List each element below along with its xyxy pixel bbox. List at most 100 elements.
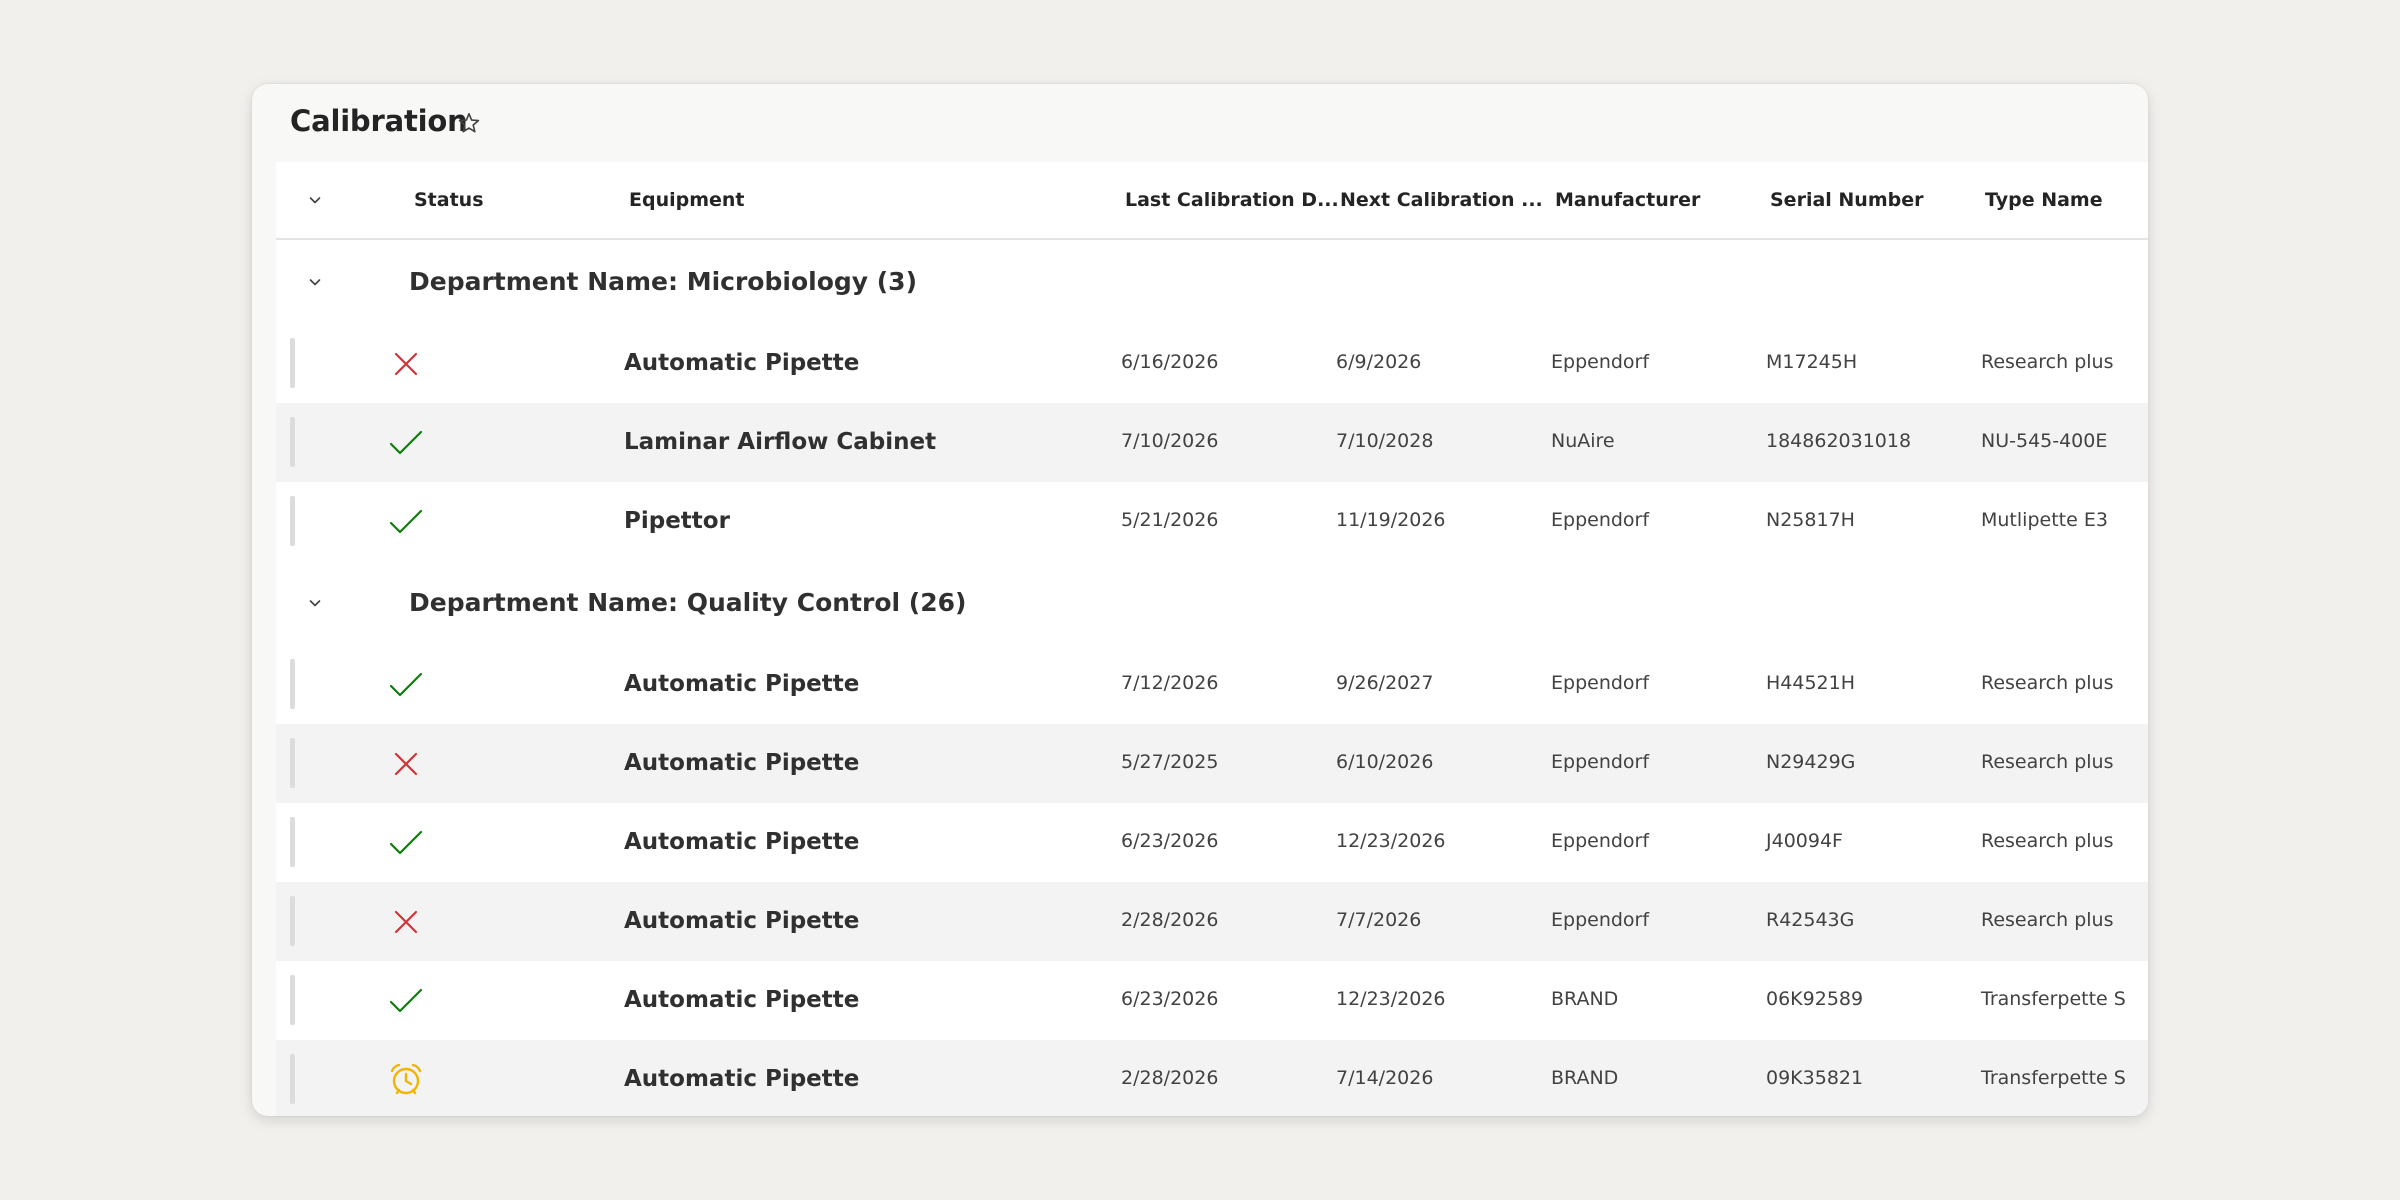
row-selector-bar[interactable]	[290, 975, 295, 1025]
row-selector-bar[interactable]	[290, 738, 295, 788]
next-calibration-cell: 12/23/2026	[1336, 830, 1446, 852]
group-chevron-down-icon[interactable]	[300, 588, 330, 618]
checkmark-icon	[389, 509, 423, 534]
table-row[interactable]: Automatic Pipette 6/23/2026 12/23/2026 E…	[276, 803, 2148, 882]
grid-header: Status Equipment Last Calibration D... N…	[276, 162, 2148, 240]
next-calibration-cell: 11/19/2026	[1336, 509, 1446, 531]
group-label: Department Name: Microbiology (3)	[409, 267, 918, 296]
serial-number-cell: M17245H	[1766, 351, 1858, 373]
status-cell	[388, 746, 424, 782]
type-name-cell: Transferpette S	[1981, 1067, 2126, 1089]
table-row[interactable]: Automatic Pipette 2/28/2026 7/14/2026 BR…	[276, 1040, 2148, 1116]
column-header-serial-number[interactable]: Serial Number	[1770, 162, 1923, 238]
checkmark-icon	[389, 830, 423, 855]
page-title: Calibration	[290, 104, 468, 138]
group-label: Department Name: Quality Control (26)	[409, 588, 967, 617]
next-calibration-cell: 6/10/2026	[1336, 751, 1434, 773]
manufacturer-cell: Eppendorf	[1551, 672, 1650, 694]
row-selector-bar[interactable]	[290, 1054, 295, 1104]
type-name-cell: Research plus	[1981, 351, 2114, 373]
row-selector-bar[interactable]	[290, 417, 295, 467]
column-header-next-calibration[interactable]: Next Calibration ...	[1340, 162, 1543, 238]
next-calibration-cell: 7/14/2026	[1336, 1067, 1434, 1089]
calibration-grid: Status Equipment Last Calibration D... N…	[276, 162, 2148, 1116]
table-row[interactable]: Laminar Airflow Cabinet 7/10/2026 7/10/2…	[276, 403, 2148, 482]
group-header[interactable]: Department Name: Quality Control (26)	[276, 561, 2148, 646]
last-calibration-cell: 6/16/2026	[1121, 351, 1219, 373]
checkmark-icon	[389, 672, 423, 697]
last-calibration-cell: 6/23/2026	[1121, 988, 1219, 1010]
row-selector-bar[interactable]	[290, 496, 295, 546]
serial-number-cell: N25817H	[1766, 509, 1855, 531]
alarm-clock-icon	[390, 1063, 422, 1095]
equipment-cell[interactable]: Automatic Pipette	[624, 324, 859, 403]
column-header-manufacturer[interactable]: Manufacturer	[1555, 162, 1700, 238]
last-calibration-cell: 2/28/2026	[1121, 1067, 1219, 1089]
group-chevron-down-icon[interactable]	[300, 267, 330, 297]
row-selector-bar[interactable]	[290, 659, 295, 709]
manufacturer-cell: NuAire	[1551, 430, 1615, 452]
checkmark-icon	[389, 430, 423, 455]
table-row[interactable]: Pipettor 5/21/2026 11/19/2026 Eppendorf …	[276, 482, 2148, 561]
next-calibration-cell: 9/26/2027	[1336, 672, 1434, 694]
equipment-cell[interactable]: Automatic Pipette	[624, 882, 859, 961]
type-name-cell: Research plus	[1981, 751, 2114, 773]
serial-number-cell: R42543G	[1766, 909, 1855, 931]
manufacturer-cell: Eppendorf	[1551, 351, 1650, 373]
status-cell	[388, 346, 424, 382]
equipment-cell[interactable]: Automatic Pipette	[624, 961, 859, 1040]
manufacturer-cell: Eppendorf	[1551, 830, 1650, 852]
next-calibration-cell: 6/9/2026	[1336, 351, 1422, 373]
last-calibration-cell: 7/12/2026	[1121, 672, 1219, 694]
manufacturer-cell: BRAND	[1551, 1067, 1619, 1089]
equipment-cell[interactable]: Laminar Airflow Cabinet	[624, 403, 936, 482]
column-header-last-calibration[interactable]: Last Calibration D...	[1125, 162, 1339, 238]
type-name-cell: Research plus	[1981, 830, 2114, 852]
row-selector-bar[interactable]	[290, 896, 295, 946]
status-cell	[388, 504, 424, 540]
next-calibration-cell: 7/7/2026	[1336, 909, 1422, 931]
collapse-all-chevron-down-icon[interactable]	[300, 185, 330, 215]
group-header[interactable]: Department Name: Microbiology (3)	[276, 240, 2148, 325]
manufacturer-cell: Eppendorf	[1551, 509, 1650, 531]
row-selector-bar[interactable]	[290, 817, 295, 867]
status-cell	[388, 904, 424, 940]
row-selector-bar[interactable]	[290, 338, 295, 388]
serial-number-cell: J40094F	[1766, 830, 1843, 852]
table-row[interactable]: Automatic Pipette 7/12/2026 9/26/2027 Ep…	[276, 645, 2148, 724]
manufacturer-cell: BRAND	[1551, 988, 1619, 1010]
calibration-view-card: Calibration Status Equipment Last Calibr…	[252, 84, 2148, 1116]
equipment-cell[interactable]: Automatic Pipette	[624, 724, 859, 803]
table-row[interactable]: Automatic Pipette 6/23/2026 12/23/2026 B…	[276, 961, 2148, 1040]
equipment-cell[interactable]: Automatic Pipette	[624, 645, 859, 724]
table-row[interactable]: Automatic Pipette 2/28/2026 7/7/2026 Epp…	[276, 882, 2148, 961]
equipment-cell[interactable]: Pipettor	[624, 482, 730, 561]
table-row[interactable]: Automatic Pipette 6/16/2026 6/9/2026 Epp…	[276, 324, 2148, 403]
last-calibration-cell: 7/10/2026	[1121, 430, 1219, 452]
type-name-cell: Mutlipette E3	[1981, 509, 2108, 531]
star-outline-icon[interactable]	[454, 108, 484, 138]
type-name-cell: Research plus	[1981, 672, 2114, 694]
status-cell	[388, 1062, 424, 1098]
manufacturer-cell: Eppendorf	[1551, 909, 1650, 931]
status-cell	[388, 425, 424, 461]
manufacturer-cell: Eppendorf	[1551, 751, 1650, 773]
x-mark-icon	[394, 752, 418, 776]
equipment-cell[interactable]: Automatic Pipette	[624, 803, 859, 882]
status-cell	[388, 983, 424, 1019]
serial-number-cell: 09K35821	[1766, 1067, 1864, 1089]
page-background: Calibration Status Equipment Last Calibr…	[0, 0, 2400, 1200]
status-cell	[388, 825, 424, 861]
view-header: Calibration	[252, 84, 2148, 162]
equipment-cell[interactable]: Automatic Pipette	[624, 1040, 859, 1116]
column-header-equipment[interactable]: Equipment	[629, 162, 745, 238]
x-mark-icon	[394, 910, 418, 934]
column-header-status[interactable]: Status	[414, 162, 484, 238]
type-name-cell: Transferpette S	[1981, 988, 2126, 1010]
table-row[interactable]: Automatic Pipette 5/27/2025 6/10/2026 Ep…	[276, 724, 2148, 803]
last-calibration-cell: 5/21/2026	[1121, 509, 1219, 531]
column-header-type-name[interactable]: Type Name	[1985, 162, 2103, 238]
serial-number-cell: N29429G	[1766, 751, 1856, 773]
next-calibration-cell: 7/10/2028	[1336, 430, 1434, 452]
last-calibration-cell: 6/23/2026	[1121, 830, 1219, 852]
